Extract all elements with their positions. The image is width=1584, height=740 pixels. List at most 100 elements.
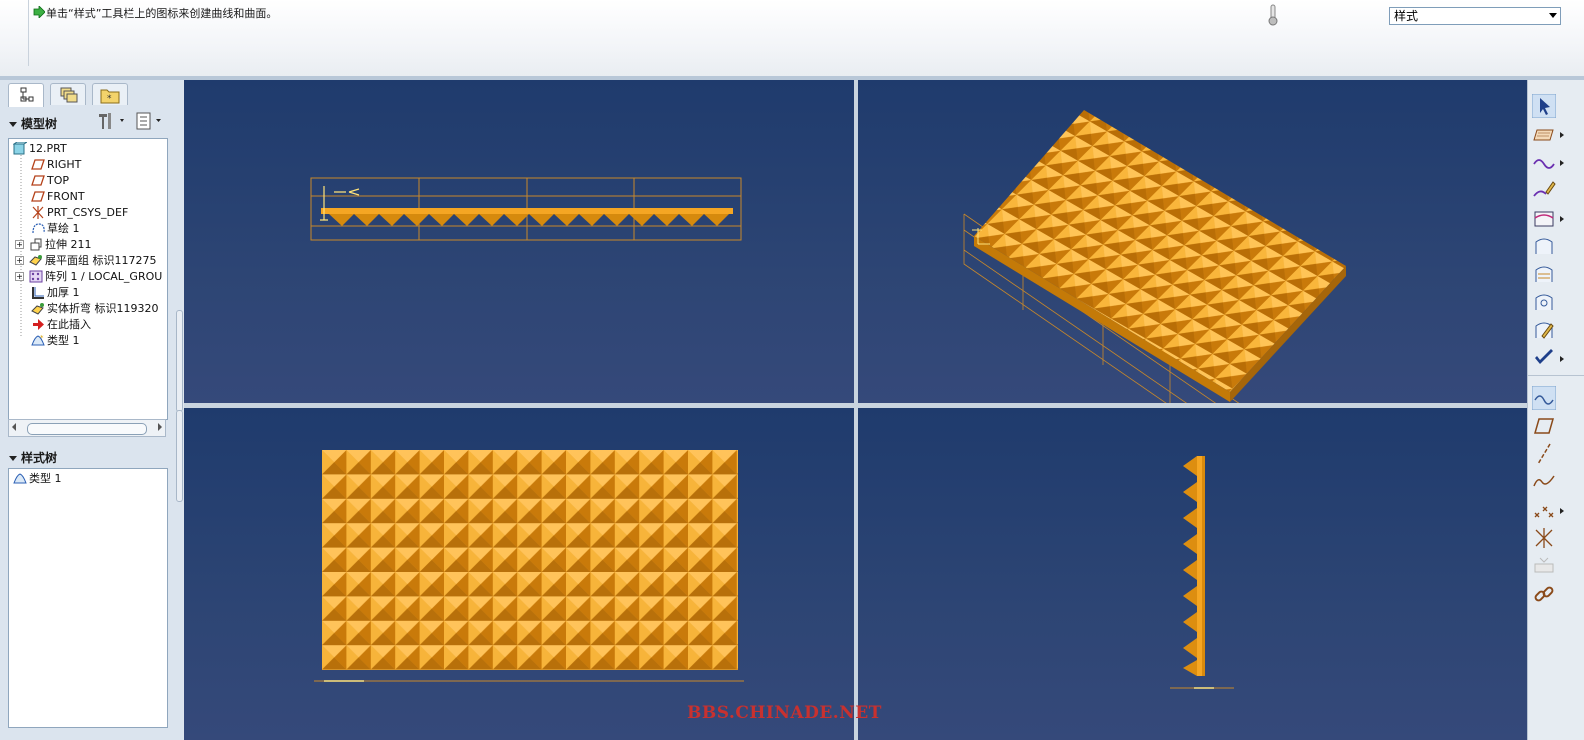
style-tree-title-label: 样式树 [21,451,58,465]
tree-item-label: 草绘 1 [47,222,80,235]
green-arrow-icon [33,6,45,18]
settings-tools-icon[interactable] [96,110,128,132]
expand-icon[interactable]: + [15,256,24,265]
expand-arrow-icon[interactable] [1560,132,1564,138]
style-dropdown-value: 样式 [1394,9,1419,23]
tree-item-label: 12.PRT [29,142,67,155]
tree-item-label: PRT_CSYS_DEF [47,206,129,219]
toolbar-divider [1528,375,1584,376]
done-check-icon[interactable] [1532,346,1556,370]
watermark: BBS.CHINADE.NET [687,703,882,723]
tree-item-label: 展平面组 标识117275 [45,254,157,267]
tree-item-label: TOP [47,174,70,187]
model-tree-tab[interactable] [8,83,44,107]
tree-item-label: 阵列 1 / LOCAL_GROU [45,270,163,283]
tree-item-label: 实体折弯 标识119320 [47,302,159,315]
viewport-vertical-separator [854,80,858,740]
message-bar: 单击“样式”工具栏上的图标来创建曲线和曲面。 样式 [0,0,1584,77]
model-tree-icon [20,87,34,102]
extrude-icon [30,238,42,251]
part-icon [13,142,27,155]
model-tree: 12.PRT RIGHT TOP FRONT PRT_CSYS_DEF 草绘 1… [8,138,168,420]
viewport-isometric[interactable] [858,80,1527,403]
model-tree-header: 模型树 [0,108,174,136]
tree-item-label: 在此插入 [47,318,91,331]
svg-text:*: * [107,94,112,104]
select-arrow-icon[interactable] [1532,94,1556,118]
datum-plane-icon [31,191,45,202]
expand-icon[interactable]: + [15,272,24,281]
svg-text:*: * [40,334,44,342]
front-view-graphic [310,177,742,241]
panel-splitter[interactable] [175,80,183,740]
expand-icon[interactable]: + [15,240,24,249]
scroll-right-icon[interactable] [158,423,162,431]
viewport-top[interactable] [184,408,854,740]
style-toolbar [1527,80,1584,740]
style-tree-title[interactable]: 样式树 [9,449,57,466]
viewport-side[interactable] [858,408,1527,740]
curve-icon[interactable] [1532,150,1556,174]
sketch-curve-icon[interactable] [1532,470,1556,494]
collapse-triangle-icon[interactable] [9,456,17,461]
tree-item-label: 类型 1 [29,472,62,485]
scroll-left-icon[interactable] [12,423,16,431]
thermometer-icon [1268,4,1278,26]
tree-item-label: RIGHT [47,158,82,171]
tree-item-label: 拉伸 211 [45,238,92,251]
boundary-surface-icon[interactable] [1532,234,1556,258]
expand-arrow-icon[interactable] [1560,160,1564,166]
curve-edit-icon[interactable] [1532,178,1556,202]
csys-icon[interactable] [1532,526,1556,550]
chevron-down-icon[interactable] [1549,13,1557,18]
style-feature-icon: * [31,334,45,346]
csys-icon [32,206,44,219]
thicken-icon [32,287,44,299]
datum-plane-icon[interactable] [1532,414,1556,438]
datum-plane-icon [31,175,45,186]
scroll-thumb[interactable] [27,423,147,435]
layers-icon [60,87,78,103]
tree-item-label: FRONT [47,190,85,203]
show-options-icon[interactable] [134,110,166,132]
favorites-tab[interactable]: * [92,83,128,105]
style-tree: 类型 1 [8,468,168,728]
style-dropdown[interactable]: 样式 [1389,7,1561,25]
tree-item-label: 类型 1 [47,334,80,347]
side-view-graphic [1170,456,1234,689]
top-view-graphic [314,450,744,682]
flatten-quilt-icon [29,255,42,266]
trim-icon[interactable] [1532,290,1556,314]
datum-plane-icon [31,159,45,170]
expand-arrow-icon[interactable] [1560,216,1564,222]
model-tree-title-label: 模型树 [21,117,58,131]
collapse-triangle-icon[interactable] [9,122,17,127]
folder-star-icon: * [100,89,120,104]
sketch-icon [32,223,45,234]
style-tree-header: 样式树 [0,446,174,468]
isometric-view-graphic [963,110,1346,403]
surface-icon[interactable] [1532,206,1556,230]
viewport-horizontal-separator [184,403,1527,408]
tree-item-label: 加厚 1 [47,286,80,299]
expand-arrow-icon[interactable] [1560,356,1564,362]
insert-here-icon [33,319,44,330]
message-text: 单击“样式”工具栏上的图标来创建曲线和曲面。 [46,7,278,20]
tree-horizontal-scrollbar[interactable] [8,419,166,437]
viewport-front[interactable] [184,80,854,403]
curvature-icon[interactable] [1532,386,1556,410]
connect-icon[interactable] [1532,262,1556,286]
plane-icon[interactable] [1532,122,1556,146]
solid-bend-icon [31,303,44,315]
layers-tab[interactable] [50,83,86,105]
disabled-tool-icon[interactable] [1532,554,1556,578]
pattern-icon [29,270,43,283]
link-icon[interactable] [1532,582,1556,606]
axis-icon[interactable] [1532,442,1556,466]
style-feature-icon [13,473,27,484]
surface-edit-icon[interactable] [1532,318,1556,342]
point-icon[interactable] [1532,498,1556,522]
message-divider [28,0,29,66]
expand-arrow-icon[interactable] [1560,508,1564,514]
model-tree-title[interactable]: 模型树 [9,115,57,132]
